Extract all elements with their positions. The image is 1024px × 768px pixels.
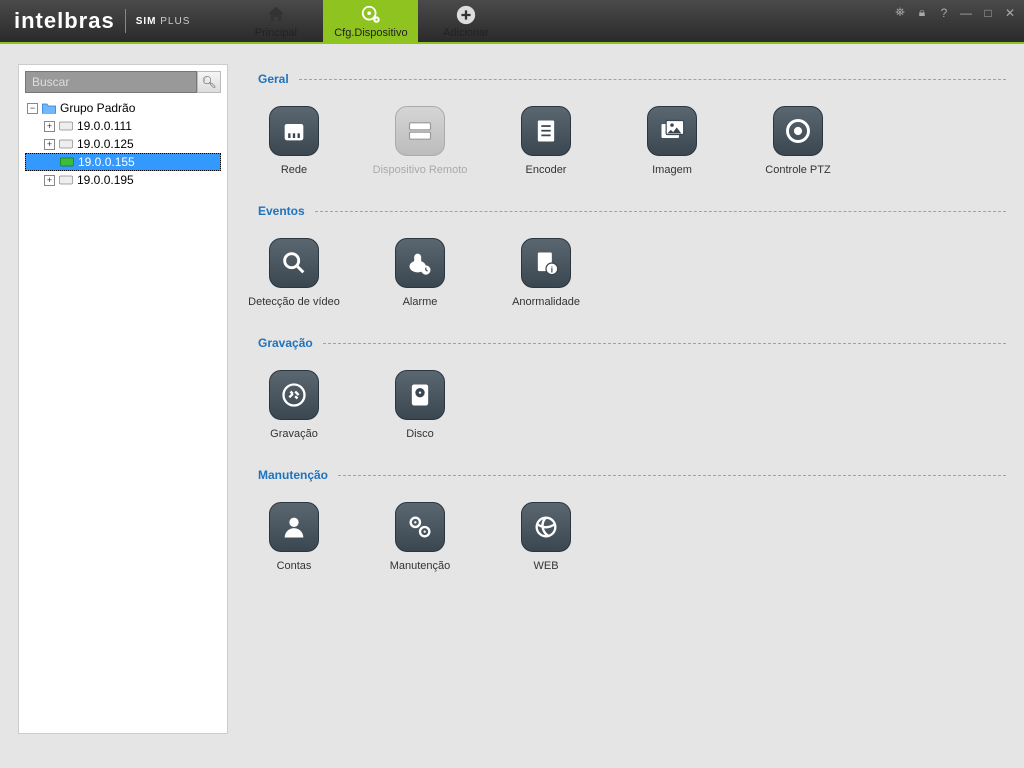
item-controle-ptz[interactable]: Controle PTZ: [770, 106, 826, 176]
search-button[interactable]: 🔍︎: [197, 71, 221, 93]
home-icon: [265, 4, 287, 26]
maximize-icon[interactable]: □: [982, 6, 994, 20]
alarm-icon: [395, 238, 445, 288]
section-title: Manutenção: [258, 468, 1006, 482]
item-contas[interactable]: Contas: [266, 502, 322, 572]
main-tabs: Principal Cfg.Dispositivo Adicionar: [228, 0, 513, 42]
item-manutencao[interactable]: Manutenção: [392, 502, 448, 572]
tab-cfg-label: Cfg.Dispositivo: [334, 27, 407, 39]
tab-principal-label: Principal: [255, 27, 297, 39]
item-web[interactable]: WEB: [518, 502, 574, 572]
search-video-icon: [269, 238, 319, 288]
minimize-icon[interactable]: —: [960, 6, 972, 20]
tree-node-label: 19.0.0.155: [78, 155, 135, 169]
tab-cfg-dispositivo[interactable]: Cfg.Dispositivo: [323, 0, 418, 42]
section-eventos: Eventos Detecção de vídeo Alarme i: [258, 204, 1006, 308]
item-imagem[interactable]: Imagem: [644, 106, 700, 176]
tree-node-label: 19.0.0.195: [77, 173, 134, 187]
tree-node-selected[interactable]: 19.0.0.155: [25, 153, 221, 171]
user-account-icon: [269, 502, 319, 552]
item-label: Imagem: [652, 164, 692, 176]
device-icon: [58, 137, 74, 151]
camera-gear-icon: [360, 4, 382, 26]
record-tools-icon: [269, 370, 319, 420]
help-icon[interactable]: ?: [938, 6, 950, 20]
plus-circle-icon: [455, 4, 477, 26]
tree-node-label: 19.0.0.111: [77, 119, 132, 133]
expand-icon[interactable]: +: [44, 139, 55, 150]
encoder-icon: [521, 106, 571, 156]
magnifier-icon: 🔍︎: [201, 75, 216, 89]
collapse-icon[interactable]: −: [27, 103, 38, 114]
item-label: Controle PTZ: [765, 164, 830, 176]
tree-root-label: Grupo Padrão: [60, 101, 135, 115]
logo-separator: [125, 9, 126, 33]
item-label: Anormalidade: [512, 296, 580, 308]
tree-root[interactable]: − Grupo Padrão: [25, 99, 221, 117]
item-dispositivo-remoto: Dispositivo Remoto: [392, 106, 448, 176]
network-icon: [269, 106, 319, 156]
expand-icon[interactable]: +: [44, 175, 55, 186]
item-label: Dispositivo Remoto: [373, 164, 468, 176]
tab-principal[interactable]: Principal: [228, 0, 323, 42]
item-disco[interactable]: Disco: [392, 370, 448, 440]
section-title: Geral: [258, 72, 1006, 86]
close-icon[interactable]: ✕: [1004, 6, 1016, 20]
product-name: SIM PLUS: [136, 16, 191, 27]
item-gravacao[interactable]: Gravação: [266, 370, 322, 440]
item-label: WEB: [533, 560, 558, 572]
item-encoder[interactable]: Encoder: [518, 106, 574, 176]
item-label: Encoder: [526, 164, 567, 176]
expand-icon[interactable]: +: [44, 121, 55, 132]
tree-node[interactable]: + 19.0.0.125: [25, 135, 221, 153]
svg-text:i: i: [551, 265, 553, 274]
item-label: Alarme: [403, 296, 438, 308]
item-label: Manutenção: [390, 560, 451, 572]
item-alarme[interactable]: Alarme: [392, 238, 448, 308]
gears-icon: [395, 502, 445, 552]
item-label: Contas: [277, 560, 312, 572]
window-controls: ⛯ 🔒︎ ? — □ ✕: [894, 5, 1016, 20]
header: intelbras SIM PLUS Principal Cfg.Disposi…: [0, 0, 1024, 44]
section-geral: Geral Rede Dispositivo Remoto: [258, 72, 1006, 176]
section-manutencao: Manutenção Contas Manutenção: [258, 468, 1006, 572]
abnormality-icon: i: [521, 238, 571, 288]
item-rede[interactable]: Rede: [266, 106, 322, 176]
item-label: Gravação: [270, 428, 318, 440]
item-label: Rede: [281, 164, 307, 176]
item-label: Disco: [406, 428, 434, 440]
item-label: Detecção de vídeo: [248, 296, 340, 308]
device-icon: [58, 119, 74, 133]
item-deteccao-video[interactable]: Detecção de vídeo: [266, 238, 322, 308]
tab-adicionar[interactable]: Adicionar: [418, 0, 513, 42]
lock-icon[interactable]: 🔒︎: [916, 5, 928, 20]
ptz-icon: [773, 106, 823, 156]
tab-adicionar-label: Adicionar: [443, 27, 489, 39]
device-tree: − Grupo Padrão + 19.0.0.111 + 19.0.0.125: [25, 97, 221, 191]
folder-icon: [41, 101, 57, 115]
logo-area: intelbras SIM PLUS: [0, 0, 204, 42]
brand-logo: intelbras: [14, 8, 115, 34]
disk-icon: [395, 370, 445, 420]
device-icon: [58, 173, 74, 187]
tree-node-label: 19.0.0.125: [77, 137, 134, 151]
tree-node[interactable]: + 19.0.0.111: [25, 117, 221, 135]
item-anormalidade[interactable]: i Anormalidade: [518, 238, 574, 308]
web-icon: [521, 502, 571, 552]
section-title: Eventos: [258, 204, 1006, 218]
tree-node[interactable]: + 19.0.0.195: [25, 171, 221, 189]
device-tree-panel: 🔍︎ − Grupo Padrão + 19.0.0.111 + 1: [18, 64, 228, 734]
settings-content: Geral Rede Dispositivo Remoto: [258, 64, 1006, 748]
section-gravacao: Gravação Gravação Disco: [258, 336, 1006, 440]
device-on-icon: [59, 155, 75, 169]
user-icon[interactable]: ⛯: [894, 5, 906, 20]
remote-device-icon: [395, 106, 445, 156]
search-input[interactable]: [25, 71, 197, 93]
image-icon: [647, 106, 697, 156]
section-title: Gravação: [258, 336, 1006, 350]
